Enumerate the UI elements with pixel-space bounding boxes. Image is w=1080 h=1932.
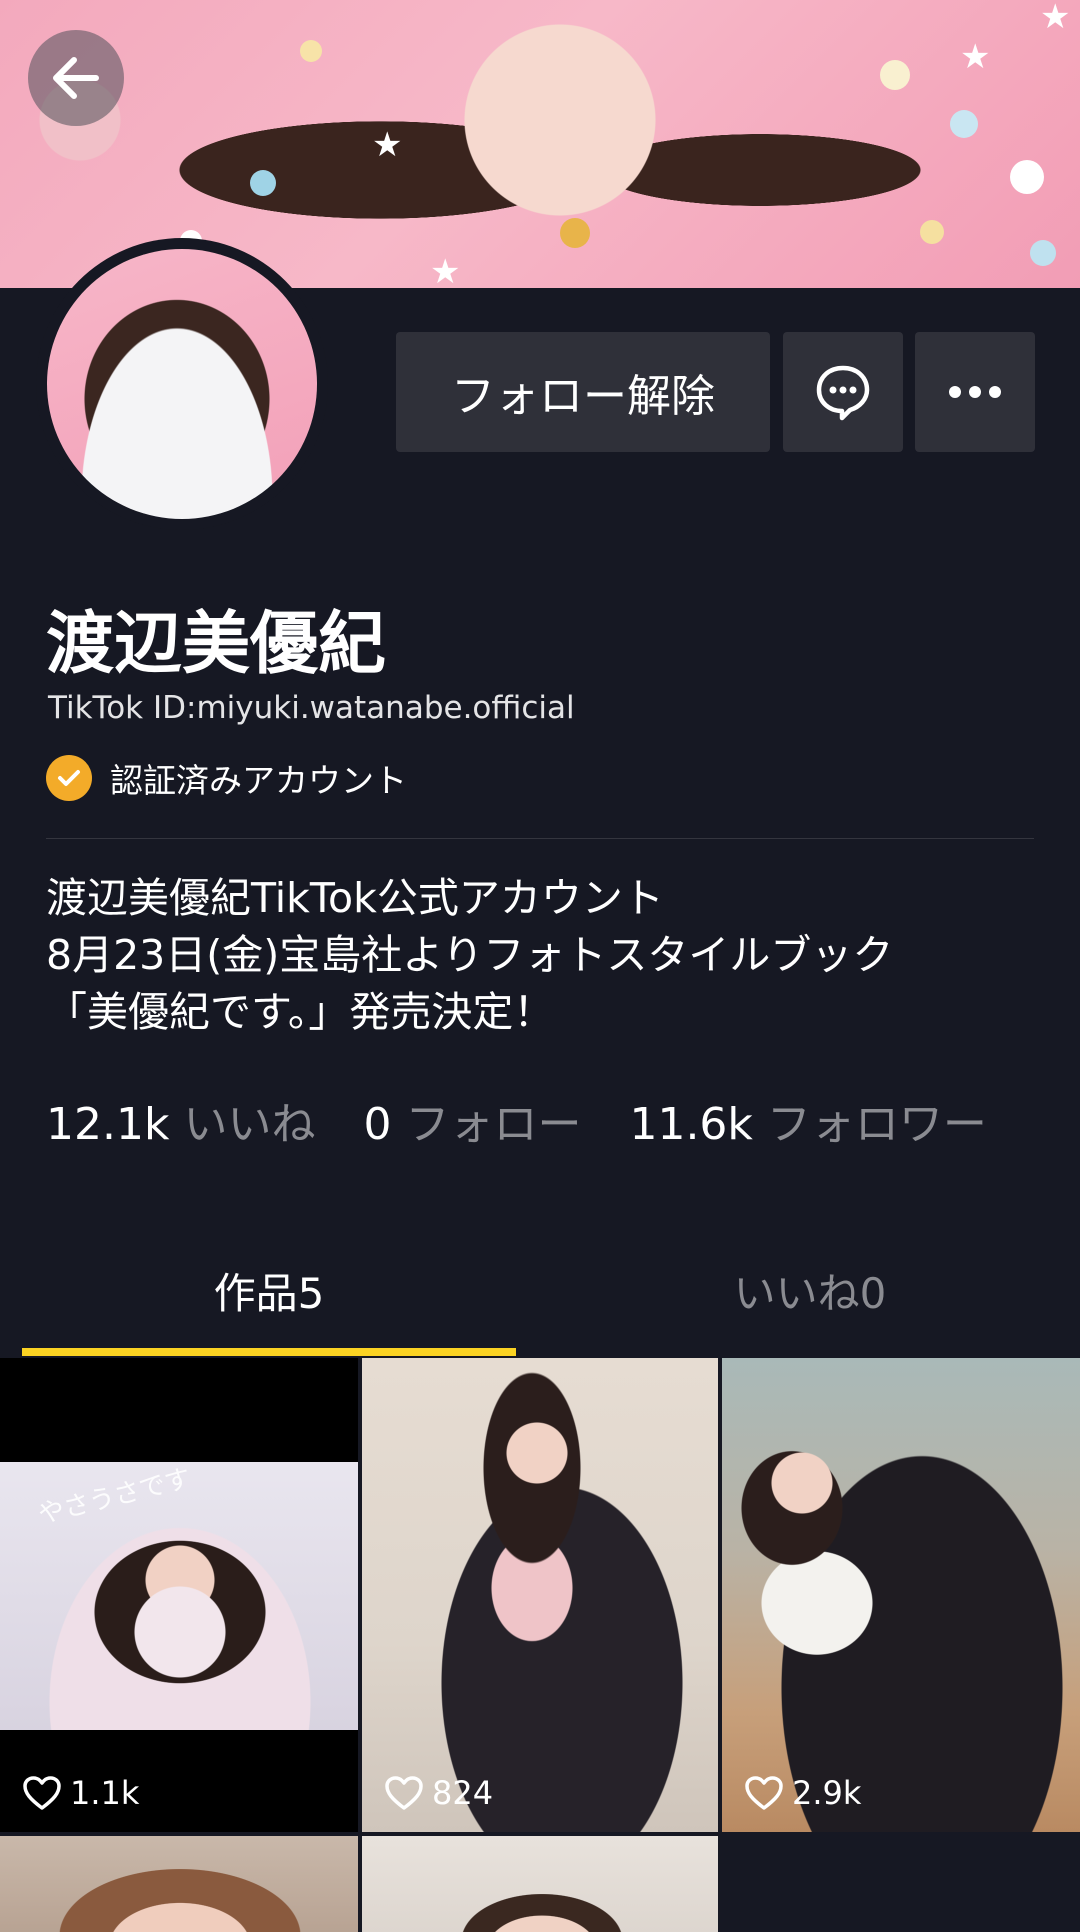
stat-value: 0 <box>363 1099 392 1150</box>
stat-label: フォロワー <box>766 1099 987 1150</box>
video-thumbnail[interactable] <box>362 1836 718 1932</box>
tab-active-indicator <box>22 1348 516 1356</box>
divider <box>46 838 1034 839</box>
unfollow-label: フォロー解除 <box>451 371 715 422</box>
stat-label: いいね <box>183 1099 316 1150</box>
avatar-image <box>47 249 317 519</box>
more-button[interactable] <box>915 332 1035 452</box>
heart-icon <box>23 1776 61 1810</box>
message-button[interactable] <box>783 332 903 452</box>
video-thumbnail[interactable]: やさうさです 1.1k <box>0 1358 358 1832</box>
stat-value: 12.1k <box>46 1099 170 1150</box>
unfollow-button[interactable]: フォロー解除 <box>396 332 770 452</box>
video-thumbnail[interactable] <box>0 1836 358 1932</box>
stat-value: 11.6k <box>629 1099 753 1150</box>
tab-likes[interactable]: いいね0 <box>560 1260 1060 1321</box>
profile-bio: 渡辺美優紀TikTok公式アカウント 8月23日(金)宝島社よりフォトスタイルブ… <box>46 870 1046 1041</box>
stat-followers[interactable]: 11.6k フォロワー <box>629 1088 986 1152</box>
avatar[interactable] <box>36 238 328 530</box>
bio-line: 8月23日(金)宝島社よりフォトスタイルブック <box>46 931 894 979</box>
heart-icon <box>385 1776 423 1810</box>
bio-line: 「美優紀です。」発売決定！ <box>46 988 555 1036</box>
profile-page: ★ ★ ★ ★ フォロー解除 渡辺美優紀 TikTok ID:miyuki.wa… <box>0 0 1080 1932</box>
like-count-value: 2.9k <box>792 1774 862 1812</box>
video-thumbnail[interactable]: 2.9k <box>722 1358 1080 1832</box>
more-dots-icon <box>949 386 1001 398</box>
heart-icon <box>745 1776 783 1810</box>
stat-likes[interactable]: 12.1k いいね <box>46 1088 315 1152</box>
profile-stats: 12.1k いいね 0 フォロー 11.6k フォロワー <box>46 1088 1035 1150</box>
profile-name: 渡辺美優紀 <box>46 605 387 684</box>
like-count: 2.9k <box>744 1774 861 1812</box>
back-button[interactable] <box>28 30 124 126</box>
verified-badge: 認証済みアカウント <box>46 754 407 802</box>
like-count-value: 824 <box>432 1774 494 1812</box>
arrow-left-icon <box>53 57 99 99</box>
video-grid: やさうさです 1.1k 824 2.9k <box>0 1358 1080 1932</box>
like-count-value: 1.1k <box>70 1774 140 1812</box>
checkmark-icon <box>46 755 92 801</box>
video-thumbnail[interactable]: 824 <box>362 1358 718 1832</box>
chat-bubble-icon <box>816 365 870 421</box>
tab-works[interactable]: 作品5 <box>22 1260 516 1321</box>
verified-label: 認証済みアカウント <box>110 761 407 800</box>
like-count: 824 <box>384 1774 493 1812</box>
bio-line: 渡辺美優紀TikTok公式アカウント <box>46 874 664 922</box>
stat-following[interactable]: 0 フォロー <box>363 1088 581 1152</box>
like-count: 1.1k <box>22 1774 139 1812</box>
tiktok-id: TikTok ID:miyuki.watanabe.official <box>48 690 575 726</box>
stat-label: フォロー <box>405 1099 582 1150</box>
